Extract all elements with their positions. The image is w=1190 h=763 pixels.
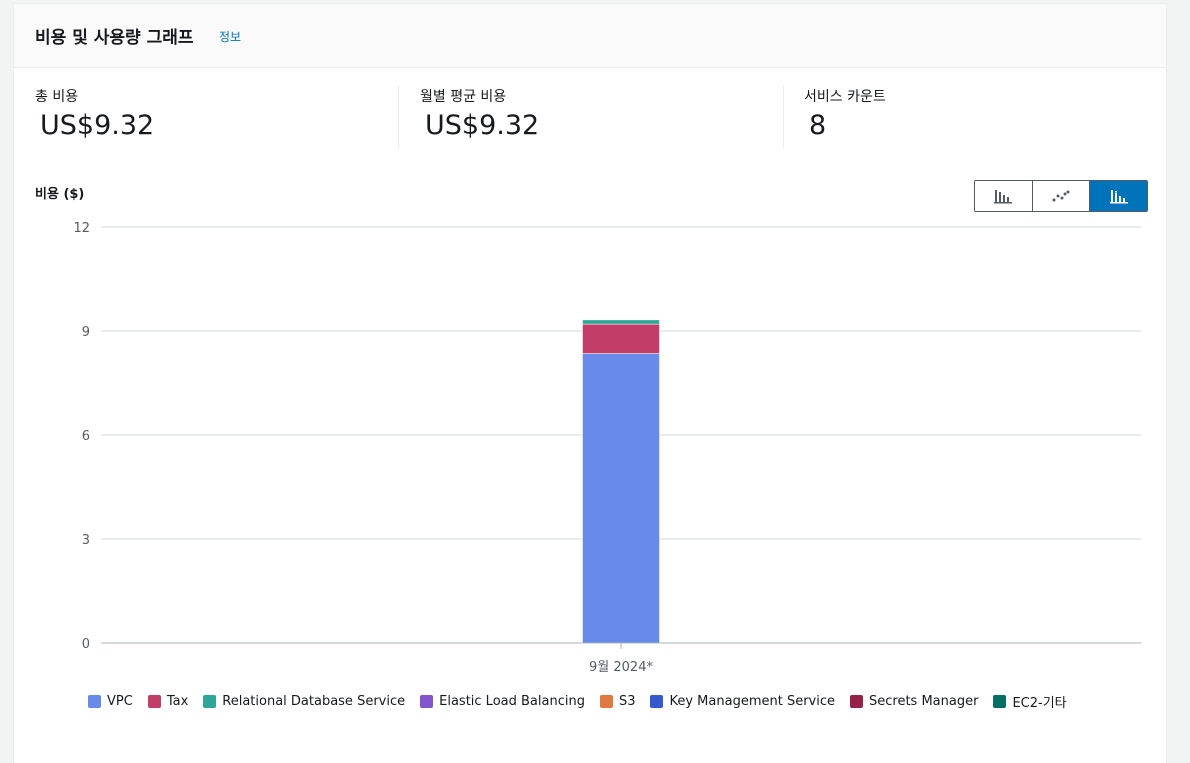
legend-item[interactable]: Relational Database Service bbox=[203, 694, 405, 709]
bar-segment-relational-database-service[interactable] bbox=[582, 319, 660, 325]
legend-swatch bbox=[599, 695, 613, 708]
legend-label: Tax bbox=[166, 694, 189, 709]
y-tick-label: 0 bbox=[82, 637, 90, 652]
legend-swatch bbox=[993, 695, 1007, 708]
legend-label: Key Management Service bbox=[669, 694, 835, 709]
legend-item[interactable]: Key Management Service bbox=[650, 694, 835, 709]
y-tick-label: 9 bbox=[82, 325, 90, 340]
legend-item[interactable]: Elastic Load Balancing bbox=[420, 694, 585, 709]
legend-swatch bbox=[650, 695, 664, 708]
legend-swatch bbox=[420, 695, 434, 708]
legend-label: Elastic Load Balancing bbox=[439, 694, 585, 709]
legend-label: EC2-기타 bbox=[1012, 696, 1067, 711]
chart-legend: VPC Tax Relational Database Service Elastic… bbox=[88, 692, 1082, 711]
legend-label: Secrets Manager bbox=[869, 694, 979, 709]
legend-label: Relational Database Service bbox=[222, 694, 406, 709]
legend-swatch bbox=[147, 695, 161, 708]
y-tick-label: 6 bbox=[82, 429, 90, 444]
legend-item[interactable]: EC2-기타 bbox=[993, 692, 1067, 711]
bar-segment-tax[interactable] bbox=[582, 323, 660, 354]
legend-label: S3 bbox=[618, 694, 636, 709]
y-tick-label: 3 bbox=[82, 533, 90, 548]
y-tick-label: 12 bbox=[73, 221, 90, 236]
legend-item[interactable]: VPC bbox=[88, 694, 133, 709]
legend-swatch bbox=[203, 695, 217, 708]
legend-item[interactable]: S3 bbox=[599, 694, 636, 709]
legend-swatch bbox=[850, 695, 863, 708]
legend-swatch bbox=[88, 695, 101, 708]
legend-item[interactable]: Secrets Manager bbox=[850, 694, 978, 709]
legend-label: VPC bbox=[107, 694, 133, 709]
legend-item[interactable]: Tax bbox=[147, 694, 189, 709]
stacked-bar-chart: 0 3 6 9 12 9월 2024* bbox=[73, 221, 1141, 675]
bar-segment-vpc[interactable] bbox=[582, 353, 660, 644]
x-tick-label: 9월 2024* bbox=[589, 660, 653, 675]
